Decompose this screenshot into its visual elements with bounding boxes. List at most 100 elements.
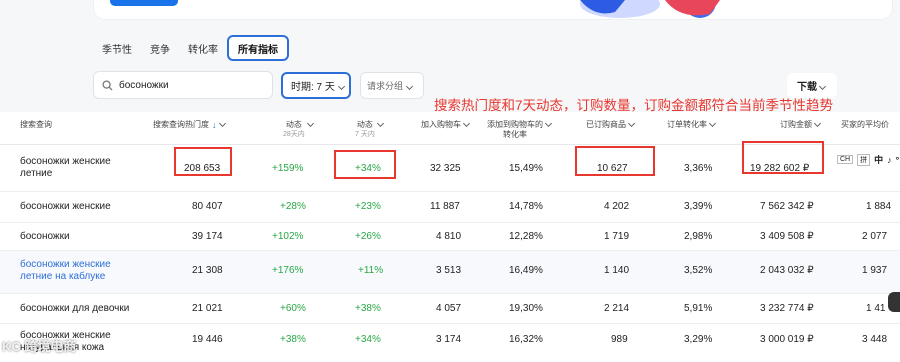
highlight-ordered	[575, 146, 655, 176]
order-conversion-value: 3,36%	[684, 163, 713, 174]
avg-price-value: 1 41	[866, 303, 886, 314]
order-conversion-value: 5,91%	[684, 303, 713, 314]
sort-down-icon: ↓	[212, 120, 217, 130]
chevron-down-icon	[337, 82, 345, 90]
cart-conversion-value: 16,49%	[509, 265, 543, 276]
chevron-down-icon	[818, 82, 827, 90]
cart-value: 32 325	[430, 163, 461, 174]
chevron-down-icon	[462, 119, 471, 128]
header-ordered[interactable]: 已订购商品	[586, 119, 636, 130]
table-row[interactable]: босоножки женские летние на каблуке 21 3…	[0, 251, 900, 294]
query-text: босоножки женские	[20, 201, 111, 212]
cart-conversion-value: 12,28%	[509, 231, 543, 242]
dynamics-28-value: +176%	[272, 265, 304, 276]
search-icon	[102, 79, 113, 91]
dynamics-28-value: +28%	[280, 201, 306, 212]
table-row[interactable]: босоножки 39 174 +102% +26% 4 810 12,28%…	[0, 223, 900, 251]
cart-conversion-value: 16,32%	[509, 334, 543, 345]
amount-value: 3 409 508 ₽	[760, 231, 814, 242]
ime-chinese[interactable]: 中	[874, 153, 883, 166]
ordered-value: 1 719	[604, 231, 630, 242]
cart-conversion-value: 14,78%	[509, 201, 543, 212]
ime-mode[interactable]: CH	[837, 155, 854, 164]
side-float-button[interactable]	[888, 292, 900, 312]
query-text: босоножки для девочки	[20, 303, 130, 314]
chevron-down-icon	[405, 82, 414, 90]
order-conversion-value: 3,39%	[684, 201, 713, 212]
header-dynamics-28[interactable]: 动态 28天内	[283, 119, 314, 140]
amount-value: 2 043 032 ₽	[760, 265, 814, 276]
ordered-value: 2 214	[604, 303, 630, 314]
watermark: KC 跨境电商	[2, 339, 77, 354]
search-value: босоножки	[119, 79, 169, 91]
hero-button[interactable]	[110, 0, 178, 6]
hero-banner	[93, 0, 893, 20]
tab-all-metrics[interactable]: 所有指标	[227, 35, 289, 61]
search-input[interactable]: босоножки	[93, 71, 273, 99]
order-conversion-value: 2,98%	[684, 231, 713, 242]
cart-value: 3 513	[436, 265, 462, 276]
amount-value: 7 562 342 ₽	[760, 201, 814, 212]
group-label: 请求分组	[367, 81, 404, 91]
tab-seasonality[interactable]: 季节性	[93, 35, 141, 61]
ordered-value: 4 202	[604, 201, 630, 212]
dynamics-7-value: +23%	[355, 201, 381, 212]
tab-bar: 季节性 竞争 转化率 所有指标	[93, 35, 289, 61]
amount-value: 3 232 774 ₽	[760, 303, 814, 314]
tab-competition[interactable]: 竞争	[141, 35, 179, 61]
header-cart-conversion[interactable]: 添加到购物车的 转化率	[487, 119, 553, 140]
cart-conversion-value: 19,30%	[509, 303, 543, 314]
chevron-down-icon	[627, 119, 636, 128]
ime-music-icon[interactable]: ♪	[887, 155, 892, 165]
avg-price-value: 1 884	[866, 201, 892, 212]
header-popularity[interactable]: 搜索查询热门度 ↓	[153, 119, 226, 130]
header-cart[interactable]: 加入购物车	[421, 119, 471, 130]
query-text: босоножки	[20, 231, 70, 242]
download-label: 下载	[797, 82, 817, 93]
dynamics-7-value: +34%	[355, 334, 381, 345]
dynamics-7-value: +38%	[355, 303, 381, 314]
cart-value: 4 057	[436, 303, 462, 314]
dynamics-28-value: +38%	[280, 334, 306, 345]
chevron-down-icon	[218, 119, 226, 128]
annotation-text: 搜索热门度和7天动态，订购数量，订购金额都符合当前季节性趋势	[434, 98, 834, 113]
period-select[interactable]: 时期: 7 天	[281, 72, 351, 99]
avg-price-value: 3 448	[862, 334, 888, 345]
popularity-value: 21 021	[192, 303, 223, 314]
header-order-conversion[interactable]: 订单转化率	[667, 119, 717, 130]
table-row[interactable]: босоножки женские 80 407 +28% +23% 11 88…	[0, 192, 900, 223]
dynamics-7-value: +11%	[358, 265, 384, 276]
popularity-value: 19 446	[192, 334, 223, 345]
header-dynamics-7[interactable]: 动态 7 天内	[355, 119, 384, 140]
ime-pinyin[interactable]: 拼	[857, 153, 871, 166]
table-row[interactable]: босоножки женские натуральная кожа 19 44…	[0, 324, 900, 362]
order-conversion-value: 3,29%	[684, 334, 713, 345]
cart-value: 3 174	[436, 334, 462, 345]
chevron-down-icon	[708, 119, 717, 128]
chevron-down-icon	[306, 119, 314, 128]
table-row[interactable]: босоножки для девочки 21 021 +60% +38% 4…	[0, 294, 900, 324]
dynamics-7-value: +26%	[355, 231, 381, 242]
ime-symbol[interactable]: °	[896, 155, 900, 165]
chevron-down-icon	[813, 119, 822, 128]
popularity-value: 80 407	[192, 201, 223, 212]
header-amount[interactable]: 订购金额	[780, 119, 822, 130]
header-avg-price[interactable]: 买家的平均价	[841, 120, 889, 130]
header-query[interactable]: 搜索查询	[20, 120, 52, 130]
period-label: 时期: 7 天	[291, 82, 335, 93]
dynamics-28-value: +60%	[280, 303, 306, 314]
dynamics-28-value: +102%	[272, 231, 304, 242]
popularity-value: 39 174	[192, 231, 223, 242]
cart-value: 4 810	[436, 231, 462, 242]
cart-conversion-value: 15,49%	[509, 163, 543, 174]
hero-illustration	[560, 0, 730, 20]
tab-conversion[interactable]: 转化率	[179, 35, 227, 61]
ime-toolbar[interactable]: CH 拼 中 ♪ °	[837, 153, 899, 166]
chevron-down-icon	[544, 119, 553, 128]
ordered-value: 1 140	[604, 265, 630, 276]
highlight-dynamics-7	[334, 150, 396, 179]
avg-price-value: 1 937	[862, 265, 888, 276]
group-select[interactable]: 请求分组	[360, 72, 424, 99]
query-link[interactable]: босоножки женские летние на каблуке	[20, 259, 130, 283]
ordered-value: 989	[611, 334, 628, 345]
